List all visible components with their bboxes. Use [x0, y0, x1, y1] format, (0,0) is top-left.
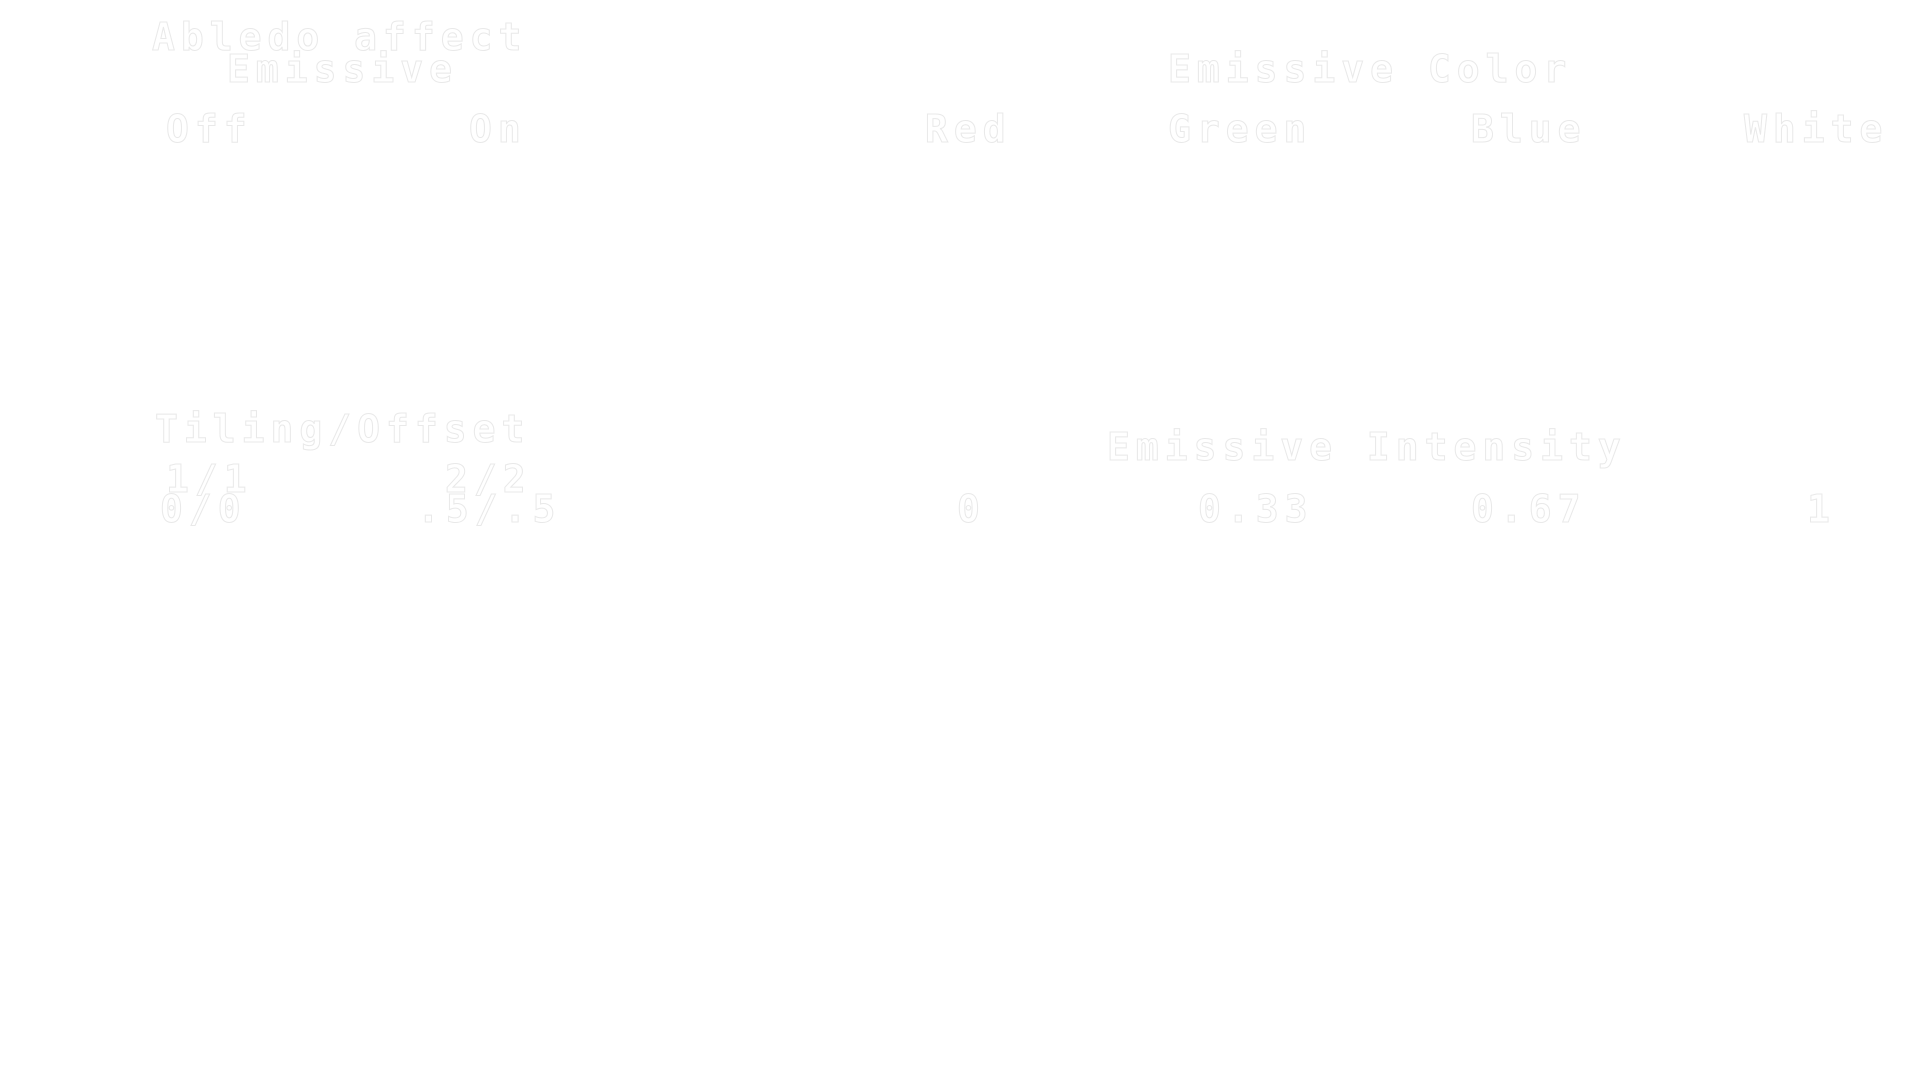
albedo-off-button[interactable]: Off — [166, 110, 253, 149]
color-green-button[interactable]: Green — [1167, 110, 1312, 149]
emissive-intensity-title: Emissive Intensity — [1107, 425, 1627, 469]
albedo-emissive-subtitle: Emissive — [226, 47, 459, 91]
tiling-offset-title: Tiling/Offset — [154, 407, 531, 451]
scene-canvas: Abledo affect Emissive Off On Emissive C… — [0, 0, 1920, 1080]
color-red-button[interactable]: Red — [925, 110, 1012, 149]
emissive-color-title: Emissive Color — [1167, 47, 1573, 91]
offset-half-button[interactable]: .5/.5 — [416, 490, 561, 529]
intensity-033-button[interactable]: 0.33 — [1198, 490, 1314, 529]
intensity-1-button[interactable]: 1 — [1807, 490, 1836, 529]
color-blue-button[interactable]: Blue — [1471, 110, 1587, 149]
intensity-0-button[interactable]: 0 — [957, 490, 986, 529]
color-white-button[interactable]: White — [1743, 110, 1888, 149]
albedo-on-button[interactable]: On — [469, 110, 527, 149]
offset-0-0-button[interactable]: 0/0 — [160, 490, 247, 529]
intensity-067-button[interactable]: 0.67 — [1471, 490, 1587, 529]
